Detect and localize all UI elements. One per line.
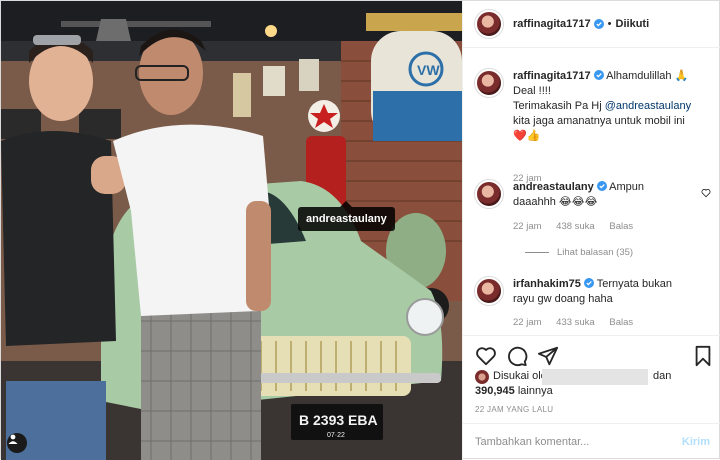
- instagram-post: VW B 2393 EBA 07·22 andreastaulany raffi…: [0, 0, 720, 460]
- photo-user-tag[interactable]: andreastaulany: [298, 201, 395, 231]
- comments-list[interactable]: raffinagita1717 Alhamdulillah 🙏 Deal !!!…: [463, 49, 720, 335]
- comment-line2: daaahhh 😂😂😂: [513, 196, 598, 208]
- bookmark-icon[interactable]: [692, 345, 714, 367]
- likes-and: dan: [653, 370, 672, 382]
- verified-icon: [593, 19, 604, 29]
- caption-line2: Deal !!!!: [513, 85, 551, 97]
- user-tag-icon[interactable]: [7, 433, 27, 453]
- caption-line1: Alhamdulillah 🙏: [606, 70, 689, 82]
- heart-icon[interactable]: [475, 345, 497, 367]
- post-timestamp[interactable]: 22 JAM YANG LALU: [475, 405, 553, 414]
- comment-input[interactable]: Tambahkan komentar...: [475, 436, 589, 448]
- comment-text: andreastaulany Ampun daaahhh 😂😂😂: [513, 180, 693, 210]
- liker-name-redacted: [542, 369, 648, 385]
- list-item: andreastaulany Ampun daaahhh 😂😂😂 22 jam …: [475, 180, 711, 275]
- comment-line1: Ampun: [609, 181, 645, 193]
- follow-button[interactable]: Diikuti: [616, 18, 650, 30]
- verified-icon: [583, 278, 594, 288]
- avatar[interactable]: [475, 10, 503, 38]
- send-button[interactable]: Kirim: [682, 436, 710, 448]
- caption-line4: kita jaga amanatnya untuk mobil ini: [513, 115, 685, 127]
- likes-count-line[interactable]: 390,945 lainnya: [475, 384, 553, 399]
- caption-username[interactable]: raffinagita1717: [513, 70, 591, 82]
- comment-icon[interactable]: [506, 345, 528, 367]
- comment-likes[interactable]: 433 suka: [556, 317, 595, 328]
- comment-time[interactable]: 22 jam: [513, 317, 542, 328]
- header-username[interactable]: raffinagita1717: [513, 18, 591, 30]
- reply-button[interactable]: Balas: [609, 317, 633, 328]
- verified-icon: [593, 70, 604, 80]
- comment-username[interactable]: andreastaulany: [513, 181, 594, 193]
- comment-likes[interactable]: 438 suka: [556, 221, 595, 232]
- avatar[interactable]: [475, 69, 503, 97]
- verified-icon: [596, 181, 607, 191]
- post-photo[interactable]: VW B 2393 EBA 07·22 andreastaulany: [1, 1, 462, 460]
- comment-line1: Ternyata bukan: [596, 278, 672, 290]
- post-header: raffinagita1717 • Diikuti: [463, 1, 720, 48]
- caption-line3: Terimakasih Pa Hj: [513, 100, 605, 112]
- list-item: irfanhakim75 Ternyata bukan rayu gw doan…: [475, 277, 711, 335]
- add-comment-bar: Tambahkan komentar... Kirim: [463, 423, 720, 460]
- reply-button[interactable]: Balas: [609, 221, 633, 232]
- view-replies-label: Lihat balasan (35): [557, 247, 634, 258]
- comment-meta: 22 jam 438 suka Balas: [513, 221, 645, 232]
- svg-text:VW: VW: [417, 62, 440, 78]
- caption-mention[interactable]: @andreastaulany: [605, 100, 691, 112]
- likes-suffix: lainnya: [517, 385, 553, 397]
- replies-divider: [525, 252, 549, 253]
- header-separator: •: [607, 18, 612, 30]
- license-plate-sub: 07·22: [327, 432, 345, 439]
- avatar[interactable]: [475, 277, 503, 305]
- likes-count: 390,945: [475, 385, 515, 397]
- comment-time[interactable]: 22 jam: [513, 221, 542, 232]
- avatar[interactable]: [475, 180, 503, 208]
- caption-text: raffinagita1717 Alhamdulillah 🙏 Deal !!!…: [513, 69, 693, 144]
- comment-line2: rayu gw doang haha: [513, 293, 613, 305]
- post-side-panel: raffinagita1717 • Diikuti raffinagita171…: [462, 1, 720, 460]
- caption-line5: ❤️👍: [513, 130, 541, 142]
- comment-text: irfanhakim75 Ternyata bukan rayu gw doan…: [513, 277, 693, 307]
- share-icon[interactable]: [537, 345, 559, 367]
- heart-icon[interactable]: [701, 188, 711, 198]
- license-plate-number: B 2393 EBA: [299, 412, 378, 428]
- view-replies-button[interactable]: Lihat balasan (35): [525, 247, 633, 258]
- caption: raffinagita1717 Alhamdulillah 🙏 Deal !!!…: [475, 69, 711, 184]
- comment-meta: 22 jam 433 suka Balas: [513, 317, 645, 328]
- comment-username[interactable]: irfanhakim75: [513, 278, 581, 290]
- avatar[interactable]: [475, 370, 489, 384]
